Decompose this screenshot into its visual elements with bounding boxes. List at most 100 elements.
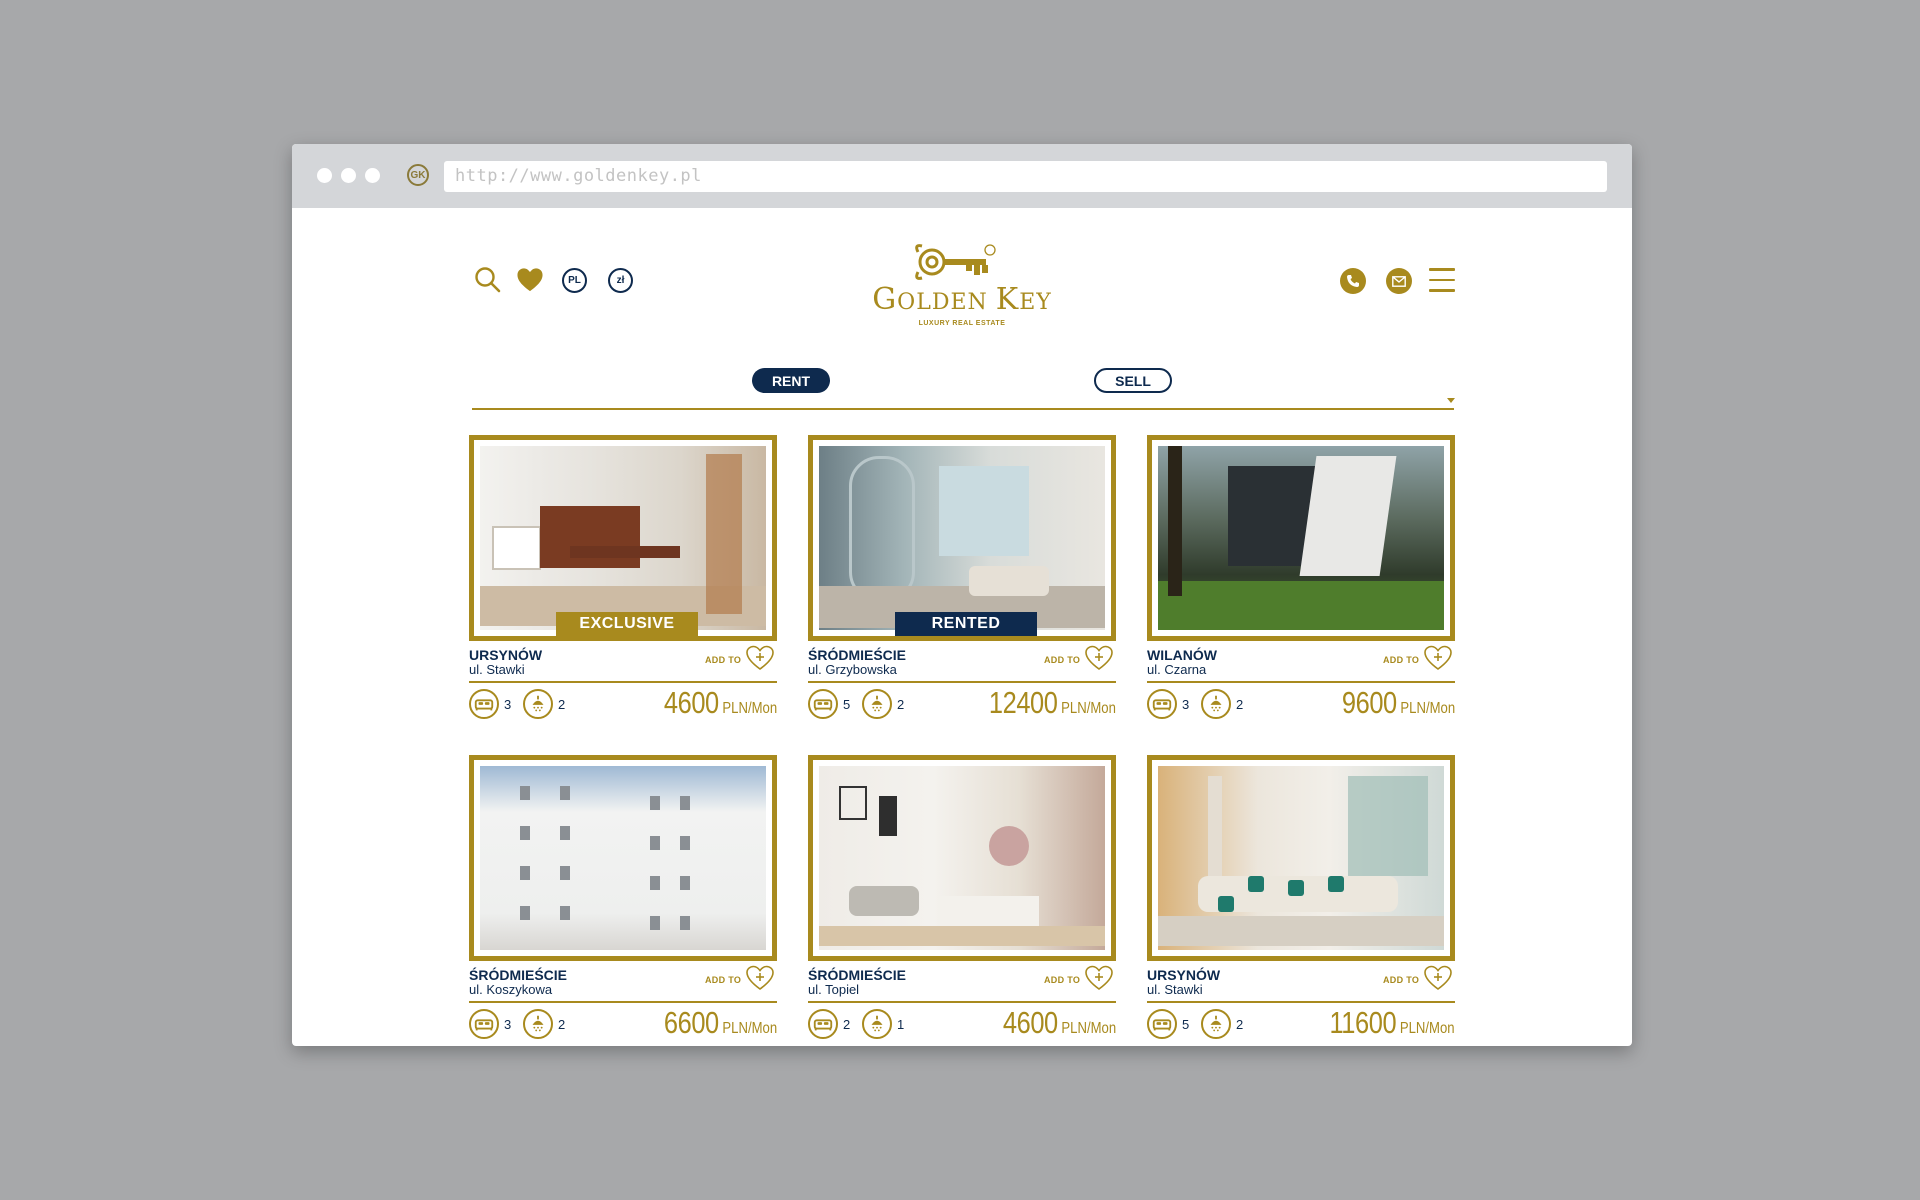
card-divider [469, 1001, 777, 1003]
window-minimize-button[interactable] [341, 168, 356, 183]
card-divider [469, 681, 777, 683]
tab-sell[interactable]: SELL [1094, 368, 1172, 393]
price-value: 9600 [1341, 685, 1397, 720]
listing-street: ul. Stawki [1147, 982, 1203, 997]
add-to-favorites-icon[interactable] [745, 964, 775, 992]
bedroom-count: 3 [1182, 697, 1190, 712]
shower-icon [523, 689, 553, 719]
add-to-favorites-icon[interactable] [1423, 644, 1453, 672]
listing-photo[interactable] [1147, 435, 1455, 641]
language-button[interactable]: PL [562, 268, 587, 293]
listing-photo[interactable] [808, 755, 1116, 961]
window-close-button[interactable] [317, 168, 332, 183]
bedroom-count: 2 [843, 1017, 851, 1032]
card-divider [1147, 681, 1455, 683]
listing-photo[interactable] [469, 755, 777, 961]
listing-district: ŚRÓDMIEŚCIE [808, 967, 907, 983]
bed-icon [1147, 689, 1177, 719]
price-value: 4600 [663, 685, 719, 720]
add-to-favorites-label[interactable]: ADD TO [1044, 655, 1080, 665]
search-icon[interactable] [473, 265, 503, 295]
add-to-favorites-icon[interactable] [1084, 964, 1114, 992]
add-to-favorites-label[interactable]: ADD TO [705, 655, 741, 665]
mail-icon[interactable] [1386, 268, 1412, 294]
logo-wordmark: GOLDEN KEY [862, 282, 1062, 317]
shower-icon [862, 1009, 892, 1039]
bed-icon [808, 689, 838, 719]
bed-icon [1147, 1009, 1177, 1039]
bathroom-count: 2 [1236, 697, 1244, 712]
add-to-favorites-label[interactable]: ADD TO [705, 975, 741, 985]
bedroom-count: 3 [504, 1017, 512, 1032]
address-bar[interactable]: http://www.goldenkey.pl [444, 161, 1607, 192]
status-badge: RENTED [895, 612, 1037, 636]
bathroom-count: 2 [897, 697, 905, 712]
listing-price: 9600 PLN/Mon [1342, 685, 1455, 721]
logo-letter: G [872, 282, 898, 317]
add-to-favorites-icon[interactable] [1423, 964, 1453, 992]
bathroom-count: 1 [897, 1017, 905, 1032]
add-to-favorites-icon[interactable] [1084, 644, 1114, 672]
logo-letter: EY [1019, 290, 1052, 315]
heart-icon[interactable] [515, 266, 545, 294]
shower-icon [523, 1009, 553, 1039]
price-value: 4600 [1002, 1005, 1058, 1040]
add-to-favorites-icon[interactable] [745, 644, 775, 672]
bed-icon [808, 1009, 838, 1039]
listing-district: URSYNÓW [1147, 967, 1221, 983]
listing-price: 4600 PLN/Mon [664, 685, 777, 721]
bathroom-count: 2 [558, 1017, 566, 1032]
listing-card[interactable]: EXCLUSIVE URSYNÓW ul. Stawki ADD TO 3 2 … [469, 435, 777, 735]
listing-street: ul. Topiel [808, 982, 860, 997]
listing-district: URSYNÓW [469, 647, 543, 663]
price-unit: PLN/Mon [722, 700, 777, 717]
price-value: 6600 [663, 1005, 719, 1040]
add-to-favorites-label[interactable]: ADD TO [1383, 655, 1419, 665]
phone-icon[interactable] [1340, 268, 1366, 294]
card-divider [808, 681, 1116, 683]
logo[interactable]: GOLDEN KEY LUXURY REAL ESTATE [862, 240, 1062, 334]
bathroom-count: 2 [558, 697, 566, 712]
favicon: GK [407, 164, 429, 186]
add-to-favorites-label[interactable]: ADD TO [1383, 975, 1419, 985]
listing-price: 4600 PLN/Mon [1003, 1005, 1116, 1041]
listing-photo[interactable]: RENTED [808, 435, 1116, 641]
price-unit: PLN/Mon [1061, 1020, 1116, 1037]
card-divider [808, 1001, 1116, 1003]
price-value: 11600 [1329, 1005, 1397, 1040]
price-unit: PLN/Mon [1400, 700, 1455, 717]
logo-letter: K [995, 282, 1020, 317]
tab-rent[interactable]: RENT [752, 368, 830, 393]
shower-icon [862, 689, 892, 719]
logo-letter: OLDEN [897, 290, 996, 315]
window-maximize-button[interactable] [365, 168, 380, 183]
bed-icon [469, 1009, 499, 1039]
browser-toolbar: GK http://www.goldenkey.pl [292, 144, 1632, 208]
listing-district: ŚRÓDMIEŚCIE [808, 647, 907, 663]
status-badge: EXCLUSIVE [556, 612, 698, 636]
card-divider [1147, 1001, 1455, 1003]
shower-icon [1201, 1009, 1231, 1039]
listing-card[interactable]: ŚRÓDMIEŚCIE ul. Topiel ADD TO 2 1 4600 P… [808, 755, 1116, 1046]
currency-button[interactable]: zł [608, 268, 633, 293]
bed-icon [469, 689, 499, 719]
bathroom-count: 2 [1236, 1017, 1244, 1032]
listing-street: ul. Stawki [469, 662, 525, 677]
listing-photo[interactable] [1147, 755, 1455, 961]
listing-district: ŚRÓDMIEŚCIE [469, 967, 568, 983]
price-unit: PLN/Mon [1400, 1020, 1455, 1037]
menu-icon[interactable] [1428, 264, 1456, 296]
price-value: 12400 [989, 685, 1058, 720]
add-to-favorites-label[interactable]: ADD TO [1044, 975, 1080, 985]
listing-card[interactable]: RENTED ŚRÓDMIEŚCIE ul. Grzybowska ADD TO… [808, 435, 1116, 735]
bedroom-count: 5 [843, 697, 851, 712]
listing-card[interactable]: WILANÓW ul. Czarna ADD TO 3 2 9600 PLN/M… [1147, 435, 1455, 735]
listing-photo[interactable]: EXCLUSIVE [469, 435, 777, 641]
listing-price: 12400 PLN/Mon [989, 685, 1116, 721]
listing-street: ul. Czarna [1147, 662, 1207, 677]
listing-street: ul. Koszykowa [469, 982, 553, 997]
tab-divider [472, 408, 1454, 410]
listing-card[interactable]: ŚRÓDMIEŚCIE ul. Koszykowa ADD TO 3 2 660… [469, 755, 777, 1046]
listing-card[interactable]: URSYNÓW ul. Stawki ADD TO 5 2 11600 PLN/… [1147, 755, 1455, 1046]
caret-down-icon[interactable] [1447, 398, 1455, 403]
